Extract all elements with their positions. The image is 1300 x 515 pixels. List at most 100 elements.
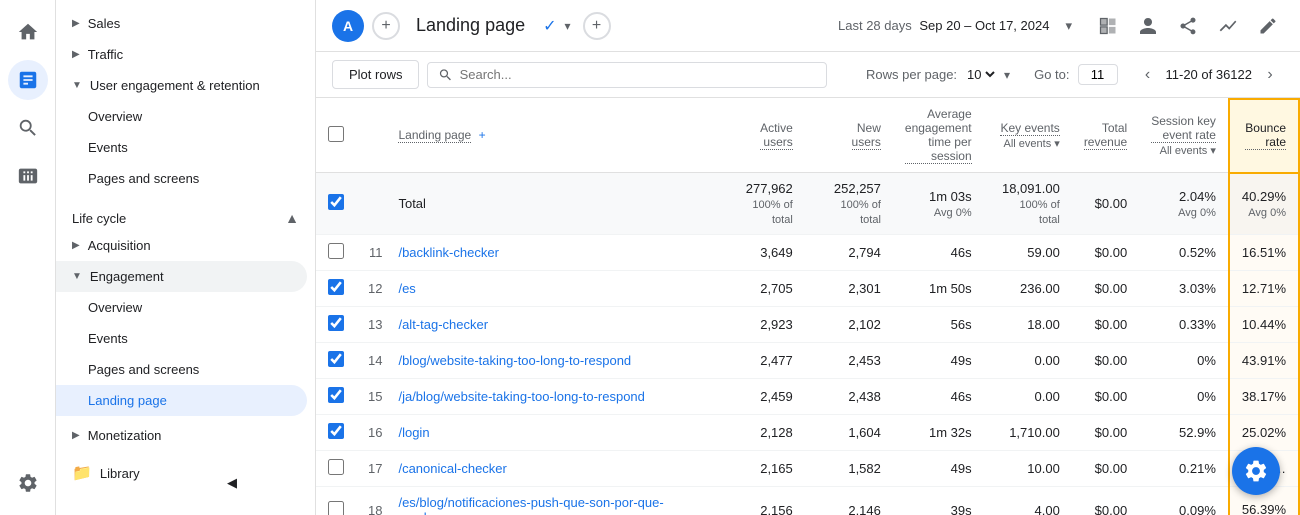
row-total-revenue-13: $0.00 (1072, 307, 1139, 343)
add-column-icon[interactable]: + (479, 128, 486, 142)
row-total-revenue-12: $0.00 (1072, 271, 1139, 307)
row-avg-engagement-18: 39s (893, 487, 984, 515)
edit-btn[interactable] (1252, 10, 1284, 42)
row-avg-engagement-14: 49s (893, 343, 984, 379)
sidebar-item-acquisition[interactable]: ▶ Acquisition (56, 230, 315, 261)
goto-input[interactable] (1078, 64, 1118, 85)
row-checkbox-18[interactable] (328, 501, 344, 515)
sidebar-item-overview-engagement[interactable]: Overview (56, 101, 315, 132)
row-checkbox-12[interactable] (328, 279, 344, 295)
session-key-filter-icon[interactable]: ▾ (1210, 145, 1216, 157)
row-num-11: 11 (356, 235, 386, 271)
row-checkbox-11[interactable] (328, 243, 344, 259)
total-key-events: 18,091.00 100% of total (984, 173, 1072, 235)
title-dropdown-icon[interactable]: ▾ (565, 19, 571, 33)
row-avg-engagement-15: 46s (893, 379, 984, 415)
date-range-value: Sep 20 – Oct 17, 2024 (919, 18, 1049, 33)
sidebar-item-pages-screens-lifecycle[interactable]: Pages and screens (56, 354, 315, 385)
sidebar-item-pages-screens[interactable]: Pages and screens (56, 163, 315, 194)
row-bounce-rate-16: 25.02% (1229, 415, 1299, 451)
row-session-key-rate-17: 0.21% (1139, 451, 1229, 487)
search-box (427, 62, 827, 88)
row-new-users-18: 2,146 (805, 487, 893, 515)
gear-fab[interactable] (1232, 447, 1280, 495)
page-title: Landing page (416, 15, 525, 36)
next-page-btn[interactable]: › (1256, 61, 1284, 89)
date-dropdown-icon[interactable]: ▾ (1065, 18, 1072, 34)
rows-per-page-select[interactable]: 10 25 50 (963, 66, 998, 83)
lifecycle-label: Life cycle (72, 211, 285, 226)
lifecycle-collapse-icon[interactable]: ▲ (285, 210, 299, 226)
nav-home-icon[interactable] (8, 12, 48, 52)
key-events-filter-icon[interactable]: ▾ (1054, 138, 1060, 150)
prev-page-btn[interactable]: ‹ (1134, 61, 1162, 89)
sidebar-item-events-engagement[interactable]: Events (56, 132, 315, 163)
row-num-18: 18 (356, 487, 386, 515)
sidebar-item-monetization[interactable]: ▶ Monetization (56, 420, 315, 451)
row-checkbox-14[interactable] (328, 351, 344, 367)
th-bounce-rate: Bouncerate (1229, 99, 1299, 173)
header-actions (1092, 10, 1284, 42)
chevron-right-icon: ▶ (72, 240, 80, 251)
sidebar-item-engagement[interactable]: ▼ Engagement (56, 261, 307, 292)
pagination-control: ‹ 11-20 of 36122 › (1134, 61, 1285, 89)
table-row: 13 /alt-tag-checker 2,923 2,102 56s 18.0… (316, 307, 1299, 343)
add-report-btn[interactable]: + (372, 12, 400, 40)
row-total-revenue-14: $0.00 (1072, 343, 1139, 379)
nav-explore-icon[interactable] (8, 108, 48, 148)
sidebar-item-overview-lifecycle[interactable]: Overview (56, 292, 315, 323)
row-session-key-rate-11: 0.52% (1139, 235, 1229, 271)
row-active-users-12: 2,705 (717, 271, 805, 307)
row-bounce-rate-13: 10.44% (1229, 307, 1299, 343)
total-new-users: 252,257 100% of total (805, 173, 893, 235)
total-avg-engagement: 1m 03s Avg 0% (893, 173, 984, 235)
collapse-sidebar-btn[interactable]: ◀ (216, 467, 248, 499)
chevron-right-icon: ▶ (72, 18, 80, 29)
nav-reports-icon[interactable] (8, 60, 48, 100)
row-key-events-17: 10.00 (984, 451, 1072, 487)
row-session-key-rate-18: 0.09% (1139, 487, 1229, 515)
sidebar-item-sales[interactable]: ▶ Sales (56, 8, 315, 39)
page-info: 11-20 of 36122 (1166, 67, 1253, 82)
sidebar-item-events-lifecycle[interactable]: Events (56, 323, 315, 354)
share-btn[interactable] (1172, 10, 1204, 42)
row-checkbox-15[interactable] (328, 387, 344, 403)
plot-rows-btn[interactable]: Plot rows (332, 60, 419, 89)
total-row-checkbox[interactable] (328, 194, 344, 210)
row-bounce-rate-12: 12.71% (1229, 271, 1299, 307)
insights-btn[interactable] (1212, 10, 1244, 42)
th-num (356, 99, 386, 173)
row-new-users-14: 2,453 (805, 343, 893, 379)
row-checkbox-17[interactable] (328, 459, 344, 475)
th-active-users: Activeusers (717, 99, 805, 173)
add-to-report-btn[interactable]: + (583, 12, 611, 40)
sidebar-item-user-engagement[interactable]: ▼ User engagement & retention (56, 70, 315, 101)
th-total-revenue: Totalrevenue (1072, 99, 1139, 173)
row-page-14: /blog/website-taking-too-long-to-respond (386, 343, 716, 379)
sidebar: ▶ Sales ▶ Traffic ▼ User engagement & re… (56, 0, 316, 515)
th-avg-engagement: Averageengagementtime persession (893, 99, 984, 173)
status-check-icon: ✓ (543, 16, 556, 36)
row-checkbox-16[interactable] (328, 423, 344, 439)
row-page-12: /es (386, 271, 716, 307)
row-bounce-rate-11: 16.51% (1229, 235, 1299, 271)
select-all-checkbox[interactable] (328, 126, 344, 142)
sidebar-item-landing-page[interactable]: Landing page (56, 385, 307, 416)
nav-advertising-icon[interactable] (8, 156, 48, 196)
main-content: A + Landing page ✓ ▾ + Last 28 days Sep … (316, 0, 1300, 515)
row-checkbox-13[interactable] (328, 315, 344, 331)
table-row: 15 /ja/blog/website-taking-too-long-to-r… (316, 379, 1299, 415)
compare-layout-btn[interactable] (1092, 10, 1124, 42)
sidebar-item-traffic[interactable]: ▶ Traffic (56, 39, 315, 70)
row-num-14: 14 (356, 343, 386, 379)
row-session-key-rate-14: 0% (1139, 343, 1229, 379)
th-new-users: Newusers (805, 99, 893, 173)
chevron-right-icon: ▶ (72, 430, 80, 441)
table-row: 11 /backlink-checker 3,649 2,794 46s 59.… (316, 235, 1299, 271)
user-icon-btn[interactable] (1132, 10, 1164, 42)
rows-per-page-label: Rows per page: (866, 67, 957, 82)
table-row: 17 /canonical-checker 2,165 1,582 49s 10… (316, 451, 1299, 487)
row-active-users-13: 2,923 (717, 307, 805, 343)
row-avg-engagement-12: 1m 50s (893, 271, 984, 307)
search-input[interactable] (460, 67, 817, 82)
